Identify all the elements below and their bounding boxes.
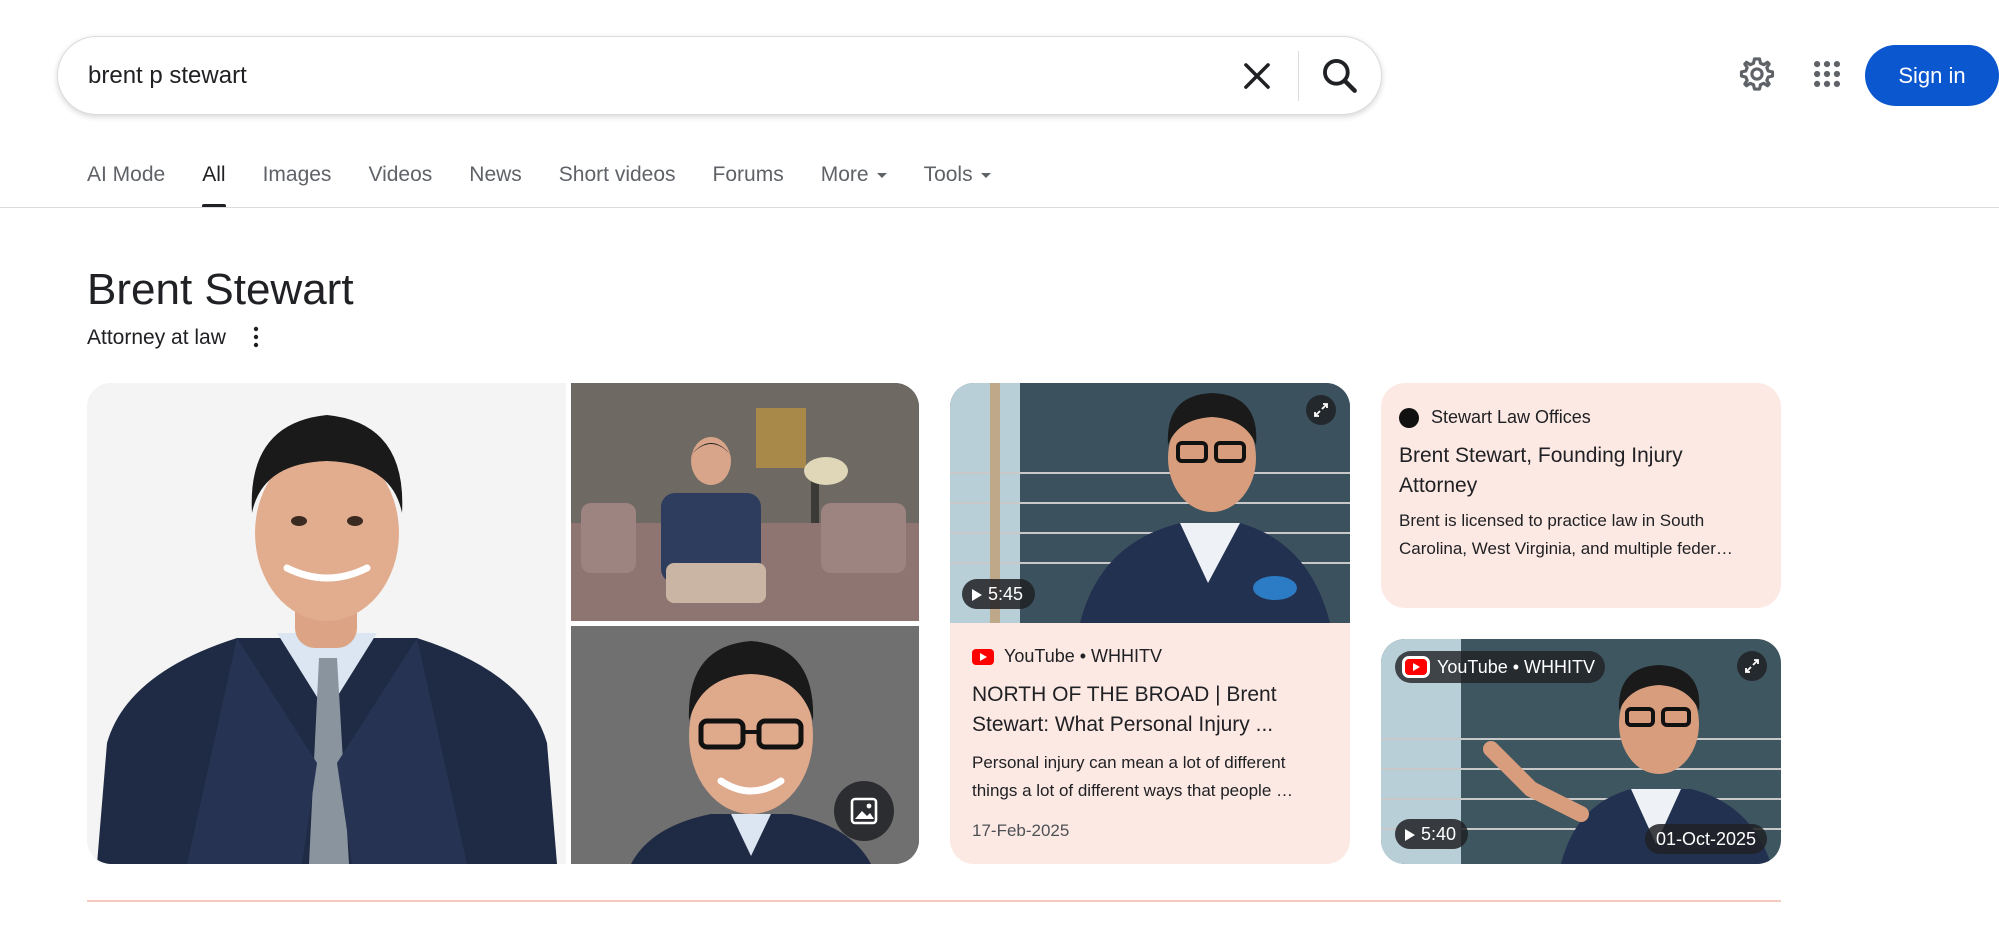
- search-divider: [1298, 51, 1299, 101]
- article-source-text: Stewart Law Offices: [1431, 407, 1591, 427]
- tab-tools[interactable]: Tools: [924, 160, 991, 208]
- search-icon[interactable]: [1318, 54, 1362, 98]
- video-title[interactable]: NORTH OF THE BROAD | Brent Stewart: What…: [972, 680, 1332, 740]
- tab-all[interactable]: All: [202, 160, 226, 208]
- tab-news[interactable]: News: [469, 160, 522, 208]
- portrait-image-main[interactable]: [87, 383, 566, 864]
- video-result-card[interactable]: 5:45 YouTube • WHHITV NORTH OF THE BROAD…: [950, 383, 1350, 864]
- article-title[interactable]: Brent Stewart, Founding Injury Attorney: [1399, 441, 1739, 501]
- sign-in-button[interactable]: Sign in: [1865, 45, 1999, 106]
- chevron-down-icon: [876, 172, 887, 178]
- youtube-icon: [972, 648, 994, 665]
- tab-more-label: More: [820, 163, 869, 186]
- entity-subtitle: Attorney at law: [87, 326, 226, 349]
- play-icon: [1405, 829, 1415, 841]
- image-collage: [87, 383, 919, 864]
- tab-forums[interactable]: Forums: [713, 160, 784, 208]
- video-duration: 5:45: [988, 584, 1024, 604]
- article-snippet: Brent is licensed to practice law in Sou…: [1399, 511, 1733, 558]
- site-favicon-icon: [1399, 407, 1419, 428]
- tab-tools-label: Tools: [923, 163, 973, 186]
- tab-ai-mode[interactable]: AI Mode: [87, 160, 165, 208]
- tab-more[interactable]: More: [821, 160, 887, 208]
- video2-duration-badge: 5:40: [1395, 819, 1469, 849]
- entity-title: Brent Stewart: [87, 265, 354, 314]
- video-thumbnail-card[interactable]: YouTube • WHHITV 5:40 01-Oct-2025: [1381, 639, 1781, 864]
- video-date: 17-Feb-2025: [972, 821, 1070, 840]
- tabs-divider: [0, 207, 1999, 208]
- section-divider: [87, 900, 1781, 902]
- article-result-card[interactable]: Stewart Law Offices Brent Stewart, Found…: [1381, 383, 1781, 608]
- expand-icon[interactable]: [1737, 651, 1767, 681]
- video2-date: 01-Oct-2025: [1644, 824, 1767, 854]
- clear-icon[interactable]: [1238, 57, 1276, 95]
- video-snippet: Personal injury can mean a lot of differ…: [972, 753, 1293, 800]
- tab-short-videos[interactable]: Short videos: [559, 160, 676, 208]
- video2-source-text: YouTube • WHHITV: [1437, 656, 1596, 677]
- portrait-image-seated[interactable]: [571, 383, 919, 621]
- tab-images[interactable]: Images: [263, 160, 332, 208]
- youtube-icon: [1405, 659, 1427, 675]
- play-icon: [972, 589, 982, 601]
- article-source: Stewart Law Offices: [1399, 407, 1591, 428]
- image-search-icon[interactable]: [834, 781, 894, 841]
- video2-duration: 5:40: [1421, 824, 1457, 844]
- chevron-down-icon: [980, 172, 991, 178]
- more-options-icon[interactable]: [244, 324, 268, 350]
- search-input[interactable]: [88, 37, 1228, 114]
- video2-source: YouTube • WHHITV: [1395, 651, 1606, 683]
- settings-gear-icon[interactable]: [1738, 55, 1776, 93]
- tab-videos[interactable]: Videos: [368, 160, 432, 208]
- apps-grid-icon[interactable]: [1810, 57, 1844, 91]
- video-source: YouTube • WHHITV: [972, 646, 1162, 667]
- search-tabs: AI Mode All Images Videos News Short vid…: [87, 160, 1028, 208]
- search-box[interactable]: [57, 36, 1382, 115]
- video-duration-badge: 5:45: [962, 579, 1036, 609]
- expand-icon[interactable]: [1306, 395, 1336, 425]
- video-source-text: YouTube • WHHITV: [1004, 646, 1163, 666]
